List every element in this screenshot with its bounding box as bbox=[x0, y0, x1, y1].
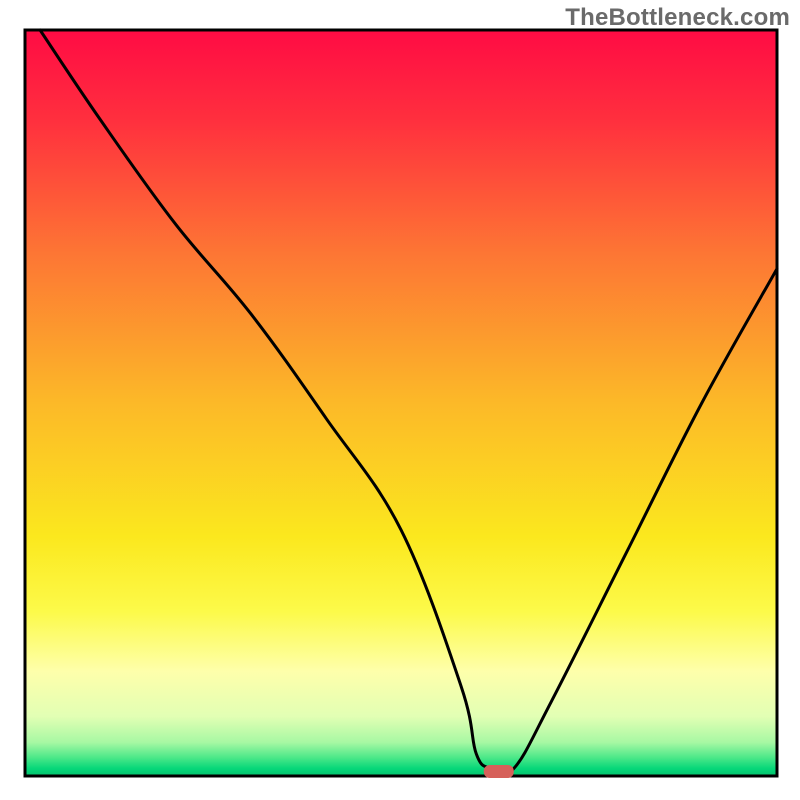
bottleneck-chart: TheBottleneck.com bbox=[0, 0, 800, 800]
chart-svg bbox=[0, 0, 800, 800]
chart-background bbox=[25, 30, 777, 776]
watermark-text: TheBottleneck.com bbox=[565, 4, 790, 32]
optimal-marker bbox=[484, 765, 514, 778]
